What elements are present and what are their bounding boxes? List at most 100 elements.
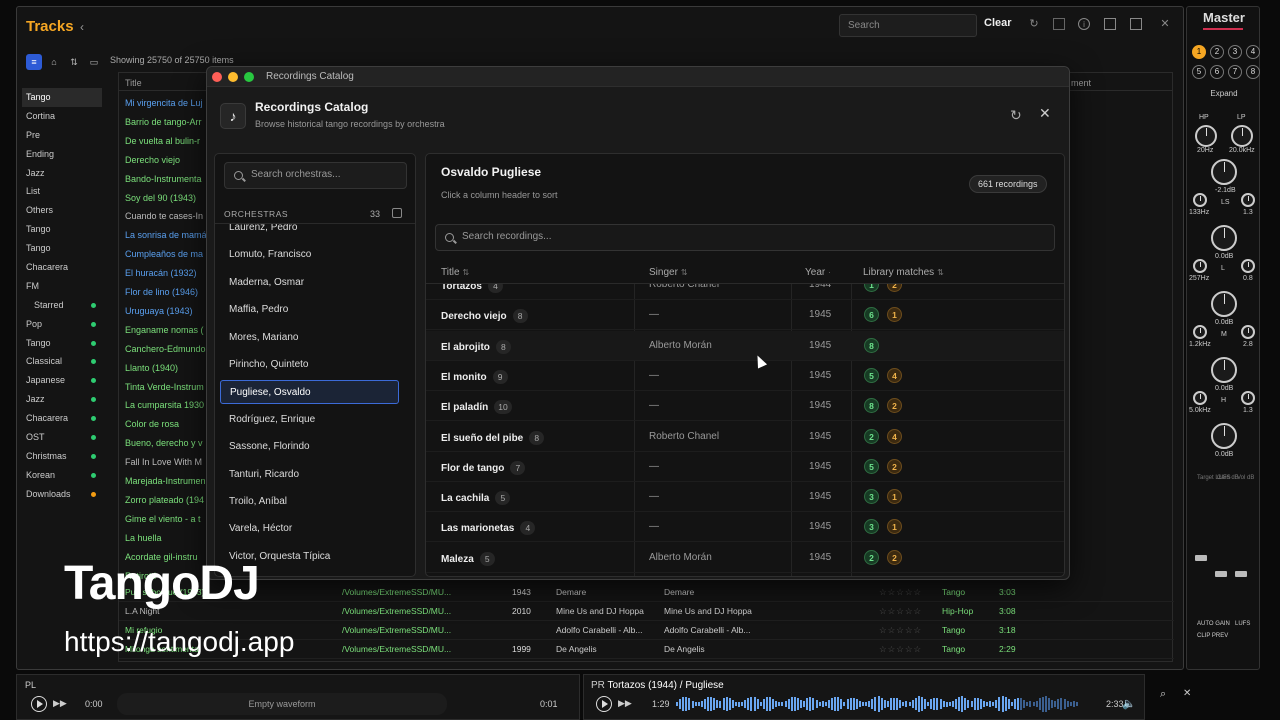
eq-gain-knob[interactable]: [1211, 159, 1237, 185]
sidebar-item[interactable]: Jazz: [22, 164, 102, 183]
singer-sort-header[interactable]: Singer ⇅: [649, 267, 688, 278]
channel-button[interactable]: 2: [1210, 45, 1224, 59]
table-row[interactable]: Pue sabo que (1943)/Volumes/ExtremeSSD/M…: [119, 583, 1174, 602]
channel-button[interactable]: 6: [1210, 65, 1224, 79]
sort-icon[interactable]: ⇅: [66, 54, 82, 70]
volume-fader[interactable]: [1235, 571, 1247, 577]
channel-button[interactable]: 8: [1246, 65, 1260, 79]
channel-button[interactable]: 1: [1192, 45, 1206, 59]
eq-q-knob[interactable]: [1241, 259, 1255, 273]
sidebar-item[interactable]: Christmas: [22, 447, 102, 466]
sidebar-item[interactable]: OST: [22, 428, 102, 447]
exact-match-badge[interactable]: 5: [864, 367, 879, 383]
skip-icon[interactable]: ▶▶: [618, 698, 632, 709]
track-title-cell[interactable]: Color de rosa: [125, 419, 209, 429]
sidebar-item[interactable]: Tango: [22, 334, 102, 353]
track-title-cell[interactable]: Bando-Instrumenta: [125, 174, 209, 184]
eq-freq-knob[interactable]: [1193, 325, 1207, 339]
window-icon[interactable]: [1130, 18, 1142, 30]
track-title-cell[interactable]: Marejada-Instrumen: [125, 476, 209, 486]
eq-q-knob[interactable]: [1241, 325, 1255, 339]
track-title-cell[interactable]: Soy del 90 (1943): [125, 193, 209, 203]
orchestra-item[interactable]: Varela, Héctor: [220, 517, 399, 541]
track-title-cell[interactable]: Cuando te cases-In: [125, 211, 209, 221]
recording-row[interactable]: El paladín 10 — 1945 8 2: [426, 391, 1064, 422]
sidebar-item[interactable]: List: [22, 182, 102, 201]
orchestra-item[interactable]: Troilo, Aníbal: [220, 490, 399, 514]
lufs-toggle[interactable]: LUFS: [1235, 621, 1250, 627]
track-title-cell[interactable]: De vuelta al bulin-r: [125, 136, 209, 146]
skip-icon[interactable]: ▶▶: [53, 698, 67, 709]
eq-freq-knob[interactable]: [1193, 259, 1207, 273]
exact-match-badge[interactable]: 5: [864, 458, 879, 474]
partial-match-badge[interactable]: 4: [887, 367, 902, 383]
track-title-cell[interactable]: La sonrisa de mamá: [125, 230, 209, 240]
eq-freq-knob[interactable]: [1193, 391, 1207, 405]
collapse-sidebar-icon[interactable]: ‹: [80, 20, 84, 34]
sidebar-item[interactable]: Pre: [22, 126, 102, 145]
recording-row[interactable]: El monito 9 — 1945 5 4: [426, 361, 1064, 391]
rating-stars[interactable]: ☆☆☆☆☆: [879, 587, 922, 598]
sidebar-item[interactable]: Classical: [22, 352, 102, 371]
recording-search-input[interactable]: Search recordings...: [435, 224, 1055, 251]
year-sort-header[interactable]: Year ·: [805, 267, 831, 278]
close-icon[interactable]: ✕: [1183, 688, 1191, 699]
orchestra-search-input[interactable]: Search orchestras...: [224, 162, 407, 189]
exact-match-badge[interactable]: 2: [864, 428, 879, 444]
track-title-cell[interactable]: Gime el viento - a t: [125, 514, 209, 524]
fullscreen-icon[interactable]: [1053, 18, 1065, 30]
zoom-dot-icon[interactable]: [244, 72, 254, 82]
refresh-icon[interactable]: ↻: [1028, 18, 1040, 30]
recording-row[interactable]: La cachila 5 — 1945 3 1: [426, 482, 1064, 513]
gain-fader[interactable]: [1215, 571, 1227, 577]
rating-stars[interactable]: ☆☆☆☆☆: [879, 606, 922, 617]
title-column-header[interactable]: Title: [125, 78, 142, 88]
eq-freq-knob[interactable]: [1193, 193, 1207, 207]
close-dialog-icon[interactable]: ✕: [1039, 105, 1051, 122]
sidebar-item[interactable]: Korean: [22, 466, 102, 485]
close-dot-icon[interactable]: [212, 72, 222, 82]
orchestra-item[interactable]: Laurenz, Pedro: [220, 224, 399, 240]
exact-match-badge[interactable]: 8: [864, 398, 879, 414]
track-title-cell[interactable]: Cumpleaños de ma: [125, 249, 209, 259]
folder-icon[interactable]: ▭: [86, 54, 102, 70]
play-icon[interactable]: [31, 696, 47, 712]
hp-knob[interactable]: [1195, 125, 1217, 147]
partial-match-badge[interactable]: 2: [887, 549, 902, 565]
refresh-catalog-icon[interactable]: ↻: [1010, 107, 1022, 124]
recording-row[interactable]: El abrojito 8 Alberto Morán 1945 8: [426, 330, 1064, 361]
comment-column-header[interactable]: ment: [1071, 78, 1091, 88]
channel-button[interactable]: 7: [1228, 65, 1242, 79]
orchestra-item[interactable]: Sassone, Florindo: [220, 435, 399, 459]
volume-icon[interactable]: 🔈: [1122, 697, 1136, 710]
partial-match-badge[interactable]: 2: [887, 284, 902, 292]
orchestra-item[interactable]: Maffia, Pedro: [220, 298, 399, 322]
sidebar-item[interactable]: Cortina: [22, 107, 102, 126]
orchestra-item[interactable]: Rodríguez, Enrique: [220, 408, 399, 432]
channel-button[interactable]: 5: [1192, 65, 1206, 79]
recording-row[interactable]: Derecho viejo 8 — 1945 6 1: [426, 300, 1064, 331]
sidebar-item[interactable]: Chacarera: [22, 258, 102, 277]
partial-match-badge[interactable]: 1: [887, 307, 902, 323]
global-search-input[interactable]: Search: [839, 14, 977, 37]
orchestra-item[interactable]: Mores, Mariano: [220, 326, 399, 350]
track-title-cell[interactable]: La cumparsita 1930: [125, 400, 209, 410]
orchestra-item[interactable]: Maderna, Osmar: [220, 271, 399, 295]
orchestra-item[interactable]: Pugliese, Osvaldo: [220, 380, 399, 405]
search-icon[interactable]: ⌕: [1160, 688, 1166, 701]
track-title-cell[interactable]: Canchero-Edmundo: [125, 344, 209, 354]
sidebar-item[interactable]: Tango: [22, 239, 102, 258]
split-view-icon[interactable]: [1104, 18, 1116, 30]
eq-q-knob[interactable]: [1241, 193, 1255, 207]
partial-match-badge[interactable]: 1: [887, 489, 902, 505]
close-window-icon[interactable]: ✕: [1159, 18, 1171, 30]
track-title-cell[interactable]: Flor de lino (1946): [125, 287, 209, 297]
exact-match-badge[interactable]: 3: [864, 519, 879, 535]
track-title-cell[interactable]: Uruguaya (1943): [125, 306, 209, 316]
track-title-cell[interactable]: Mi virgencita de Luj: [125, 98, 209, 108]
partial-match-badge[interactable]: 2: [887, 398, 902, 414]
sidebar-item[interactable]: Others: [22, 201, 102, 220]
channel-button[interactable]: 4: [1246, 45, 1260, 59]
list-view-icon[interactable]: ≡: [26, 54, 42, 70]
lp-knob[interactable]: [1231, 125, 1253, 147]
